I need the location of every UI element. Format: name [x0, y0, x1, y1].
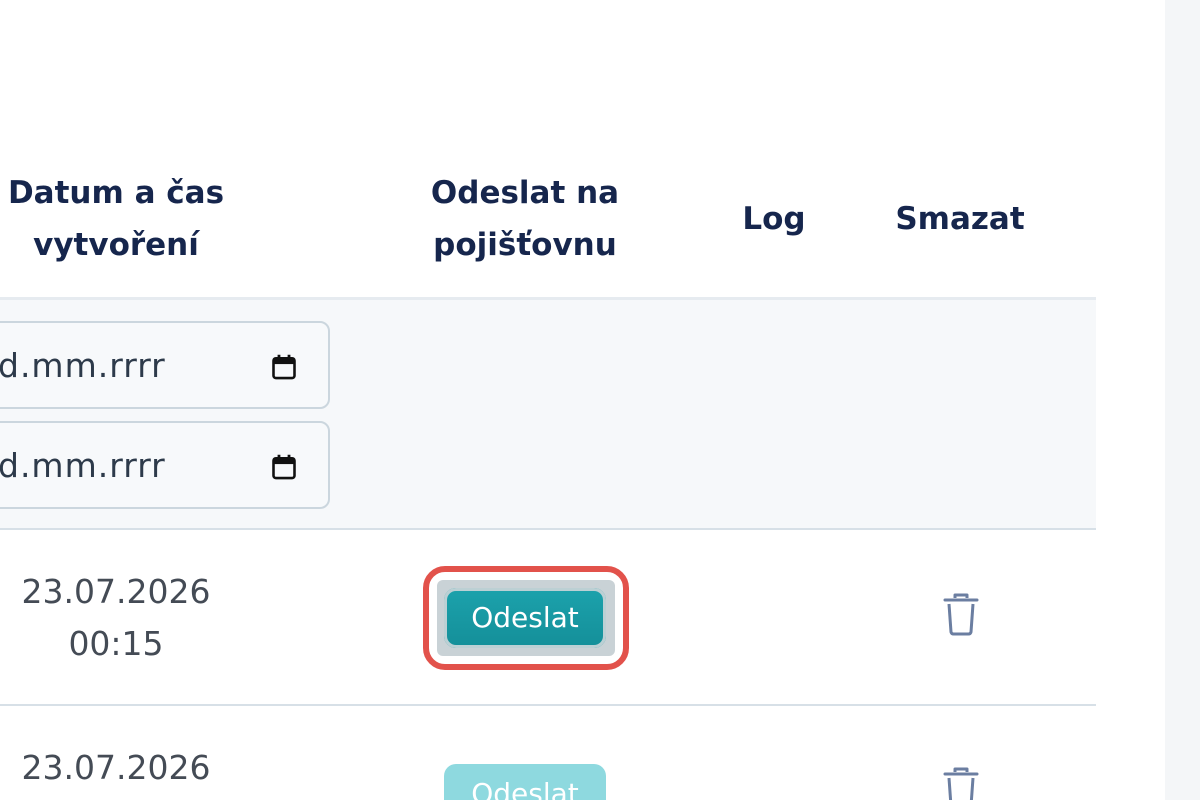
trash-icon[interactable]: [941, 766, 981, 800]
table-row: 23.07.2026 Odeslat: [0, 706, 1096, 800]
created-time: 00:15: [68, 624, 164, 663]
scrollbar-track[interactable]: [1165, 0, 1200, 800]
header-created[interactable]: Datum a čas vytvoření: [0, 167, 232, 271]
created-date: 23.07.2026: [21, 748, 211, 787]
created-datetime: 23.07.2026: [0, 742, 232, 794]
date-to-placeholder: d.mm.rrrr: [0, 446, 166, 485]
header-log: Log: [742, 201, 806, 237]
trash-icon[interactable]: [941, 592, 981, 636]
header-created-line1: Datum a čas: [7, 175, 225, 211]
date-to-input[interactable]: d.mm.rrrr: [0, 421, 330, 509]
send-button-disabled[interactable]: Odeslat: [444, 764, 606, 800]
calendar-icon[interactable]: [270, 453, 298, 481]
date-from-input[interactable]: d.mm.rrrr: [0, 321, 330, 409]
header-send-line1: Odeslat na: [430, 175, 620, 211]
date-from-placeholder: d.mm.rrrr: [0, 346, 166, 385]
records-table: Datum a čas vytvoření Odeslat na pojišťo…: [0, 0, 1096, 800]
header-send: Odeslat na pojišťovnu: [400, 167, 650, 271]
created-date: 23.07.2026: [21, 572, 211, 611]
send-button[interactable]: Odeslat: [444, 588, 606, 648]
header-delete: Smazat: [895, 201, 1025, 237]
header-created-line2: vytvoření: [33, 227, 199, 263]
header-send-line2: pojišťovnu: [433, 227, 617, 263]
page: Datum a čas vytvoření Odeslat na pojišťo…: [0, 0, 1200, 800]
calendar-icon[interactable]: [270, 353, 298, 381]
created-datetime: 23.07.2026 00:15: [0, 566, 232, 670]
